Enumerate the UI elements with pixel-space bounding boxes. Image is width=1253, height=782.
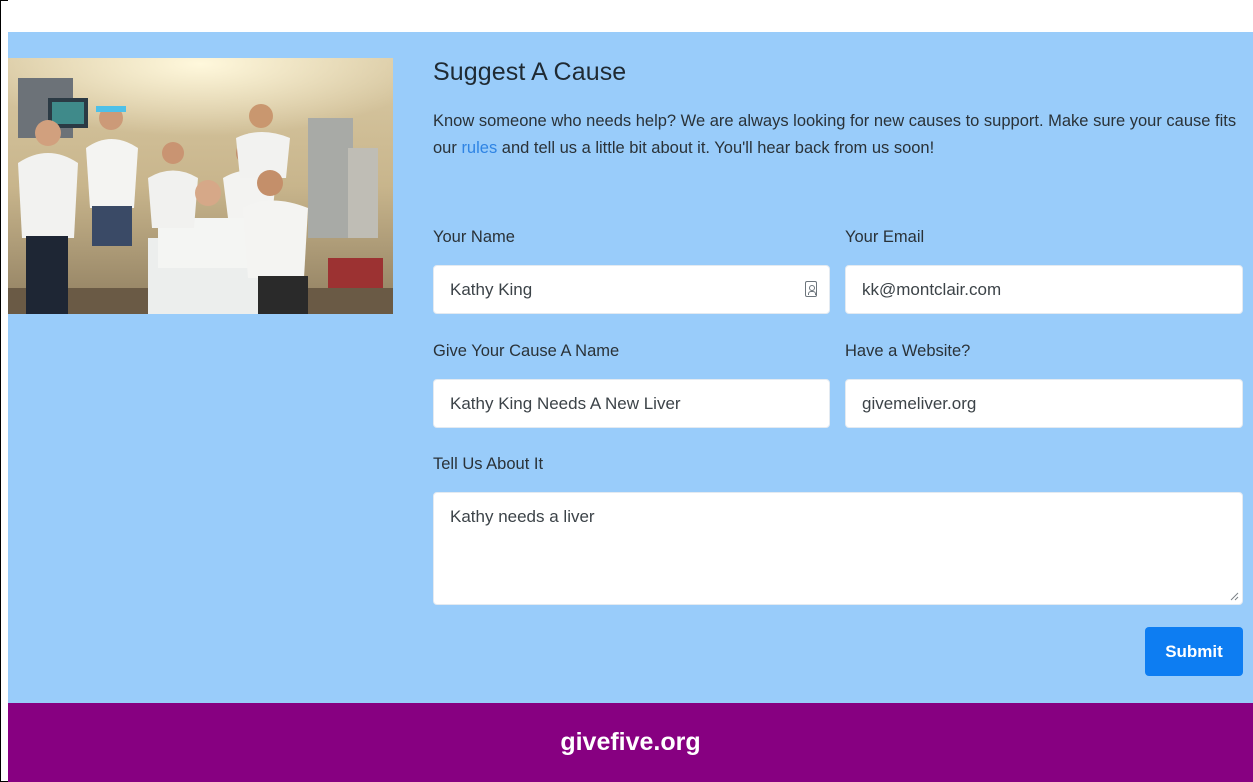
submit-button[interactable]: Submit	[1145, 627, 1243, 676]
footer-brand[interactable]: givefive.org	[560, 728, 700, 757]
about-textarea-value: Kathy needs a liver	[450, 507, 595, 526]
intro-text: Know someone who needs help? We are alwa…	[433, 108, 1243, 162]
email-label: Your Email	[845, 228, 925, 246]
email-field[interactable]: kk@montclair.com	[845, 265, 1243, 314]
name-field-value: Kathy King	[450, 279, 533, 299]
top-strip	[8, 0, 1253, 32]
hospital-group-photo	[8, 58, 393, 314]
rules-link[interactable]: rules	[461, 139, 497, 157]
resize-grip-icon[interactable]	[1230, 592, 1239, 601]
intro-text-part: and tell us a little bit about it. You'l…	[497, 139, 935, 157]
email-field-value: kk@montclair.com	[862, 279, 1002, 299]
main-section: Suggest A Cause Know someone who needs h…	[8, 32, 1253, 703]
cause-name-field-value: Kathy King Needs A New Liver	[450, 393, 681, 413]
about-textarea[interactable]: Kathy needs a liver	[433, 492, 1243, 605]
website-field[interactable]: givemeliver.org	[845, 379, 1243, 428]
page-title: Suggest A Cause	[433, 58, 627, 86]
cause-name-label: Give Your Cause A Name	[433, 342, 620, 360]
website-label: Have a Website?	[845, 342, 971, 360]
name-field[interactable]: Kathy King	[433, 265, 830, 314]
site-footer: givefive.org	[8, 703, 1253, 782]
cause-name-field[interactable]: Kathy King Needs A New Liver	[433, 379, 830, 428]
about-label: Tell Us About It	[433, 455, 544, 473]
website-field-value: givemeliver.org	[862, 393, 977, 413]
contact-card-icon[interactable]	[805, 281, 817, 297]
name-label: Your Name	[433, 228, 515, 246]
cause-photo	[8, 58, 393, 314]
